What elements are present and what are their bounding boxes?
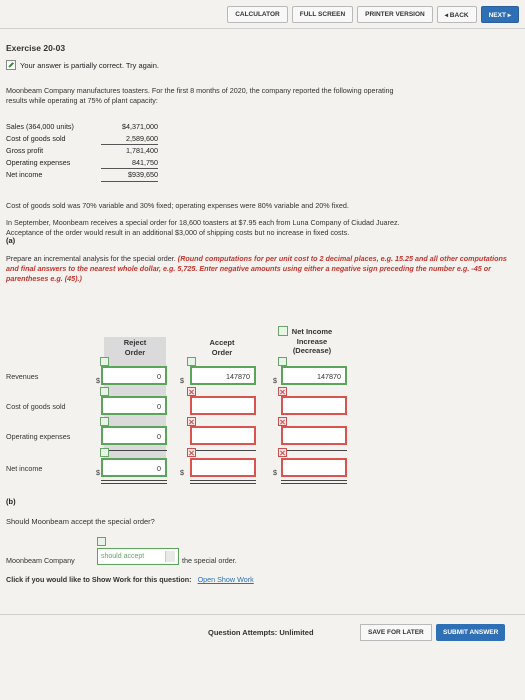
cogs-reject-input[interactable]: 0	[101, 396, 167, 415]
financial-row: Net income $939,650	[6, 169, 158, 182]
revenues-label: Revenues	[6, 372, 39, 381]
open-show-work-link[interactable]: Open Show Work	[198, 575, 254, 584]
toolbar-divider	[0, 28, 525, 29]
financial-row: Operating expenses 841,750	[6, 157, 158, 169]
x-mark-icon	[187, 387, 196, 396]
cogs-accept-input[interactable]	[190, 396, 256, 415]
part-b-label: (b)	[6, 497, 16, 506]
show-work-row: Click if you would like to Show Work for…	[6, 575, 254, 584]
top-toolbar: CALCULATOR FULL SCREEN PRINTER VERSION ◂…	[227, 6, 519, 23]
dollar-sign: $	[96, 468, 100, 477]
financial-row: Cost of goods sold 2,589,600	[6, 133, 158, 145]
net-income-header: Net Income Increase (Decrease)	[291, 327, 333, 355]
save-for-later-button[interactable]: SAVE FOR LATER	[360, 624, 432, 641]
x-mark-icon	[278, 417, 287, 426]
part-b-question: Should Moonbeam accept the special order…	[6, 517, 155, 526]
accept-order-header: Accept Order	[209, 338, 235, 357]
dollar-sign: $	[96, 376, 100, 385]
footer-divider	[0, 614, 525, 615]
net-income-accept-input[interactable]	[190, 458, 256, 477]
accept-decision-value: should accept	[101, 553, 145, 560]
opex-net-input[interactable]	[281, 426, 347, 445]
check-icon	[100, 448, 109, 457]
cost-note: Cost of goods sold was 70% variable and …	[6, 201, 349, 210]
dollar-sign: $	[273, 468, 277, 477]
answer-status-text: Your answer is partially correct. Try ag…	[20, 60, 159, 70]
calculator-button[interactable]: CALCULATOR	[227, 6, 288, 23]
financials-table: Sales (364,000 units) $4,371,000 Cost of…	[6, 121, 158, 182]
reject-order-header: Reject Order	[123, 338, 147, 357]
double-underline	[190, 480, 256, 481]
subtotal-line	[101, 450, 167, 451]
answer-prefix: Moonbeam Company	[6, 556, 75, 565]
special-order-text: In September, Moonbeam receives a specia…	[6, 218, 400, 237]
answer-status: Your answer is partially correct. Try ag…	[6, 60, 159, 70]
net-income-net-input[interactable]	[281, 458, 347, 477]
check-icon	[278, 357, 287, 366]
part-a-instructions: Prepare an incremental analysis for the …	[6, 254, 507, 283]
double-underline	[281, 480, 347, 481]
x-mark-icon	[187, 448, 196, 457]
submit-answer-button[interactable]: SUBMIT ANSWER	[436, 624, 506, 641]
exercise-title: Exercise 20-03	[6, 43, 66, 53]
printer-version-button[interactable]: PRINTER VERSION	[357, 6, 433, 23]
dollar-sign: $	[180, 376, 184, 385]
revenues-accept-input[interactable]: 147870	[190, 366, 256, 385]
revenues-reject-input[interactable]: 0	[101, 366, 167, 385]
dollar-sign: $	[180, 468, 184, 477]
partial-check-icon	[6, 60, 16, 70]
opex-label: Operating expenses	[6, 432, 71, 441]
question-attempts: Question Attempts: Unlimited	[208, 628, 314, 637]
dollar-sign: $	[273, 376, 277, 385]
double-underline	[190, 483, 256, 484]
subtotal-line	[281, 450, 347, 451]
financial-row: Sales (364,000 units) $4,371,000	[6, 122, 158, 131]
opex-accept-input[interactable]	[190, 426, 256, 445]
check-icon	[100, 417, 109, 426]
show-work-prompt: Click if you would like to Show Work for…	[6, 575, 192, 584]
double-underline	[101, 480, 167, 481]
net-income-label: Net income	[6, 464, 43, 473]
double-underline	[281, 483, 347, 484]
check-icon	[97, 537, 106, 546]
net-income-reject-input[interactable]: 0	[101, 458, 167, 477]
check-icon	[100, 357, 109, 366]
check-icon	[100, 387, 109, 396]
check-icon	[187, 357, 196, 366]
chevron-down-icon	[165, 551, 175, 562]
cogs-label: Cost of goods sold	[6, 402, 66, 411]
cogs-net-input[interactable]	[281, 396, 347, 415]
double-underline	[101, 483, 167, 484]
opex-reject-input[interactable]: 0	[101, 426, 167, 445]
answer-suffix: the special order.	[182, 556, 237, 565]
financial-row: Gross profit 1,781,400	[6, 146, 158, 155]
back-button[interactable]: ◂ BACK	[436, 6, 477, 23]
x-mark-icon	[187, 417, 196, 426]
next-button[interactable]: NEXT ▸	[480, 6, 519, 23]
subtotal-line	[190, 450, 256, 451]
x-mark-icon	[278, 387, 287, 396]
revenues-net-input[interactable]: 147870	[281, 366, 347, 385]
accept-decision-select[interactable]: should accept	[97, 548, 179, 565]
full-screen-button[interactable]: FULL SCREEN	[291, 6, 354, 23]
x-mark-icon	[278, 448, 287, 457]
intro-text: Moonbeam Company manufactures toasters. …	[6, 86, 394, 105]
part-a-label: (a)	[6, 236, 16, 245]
